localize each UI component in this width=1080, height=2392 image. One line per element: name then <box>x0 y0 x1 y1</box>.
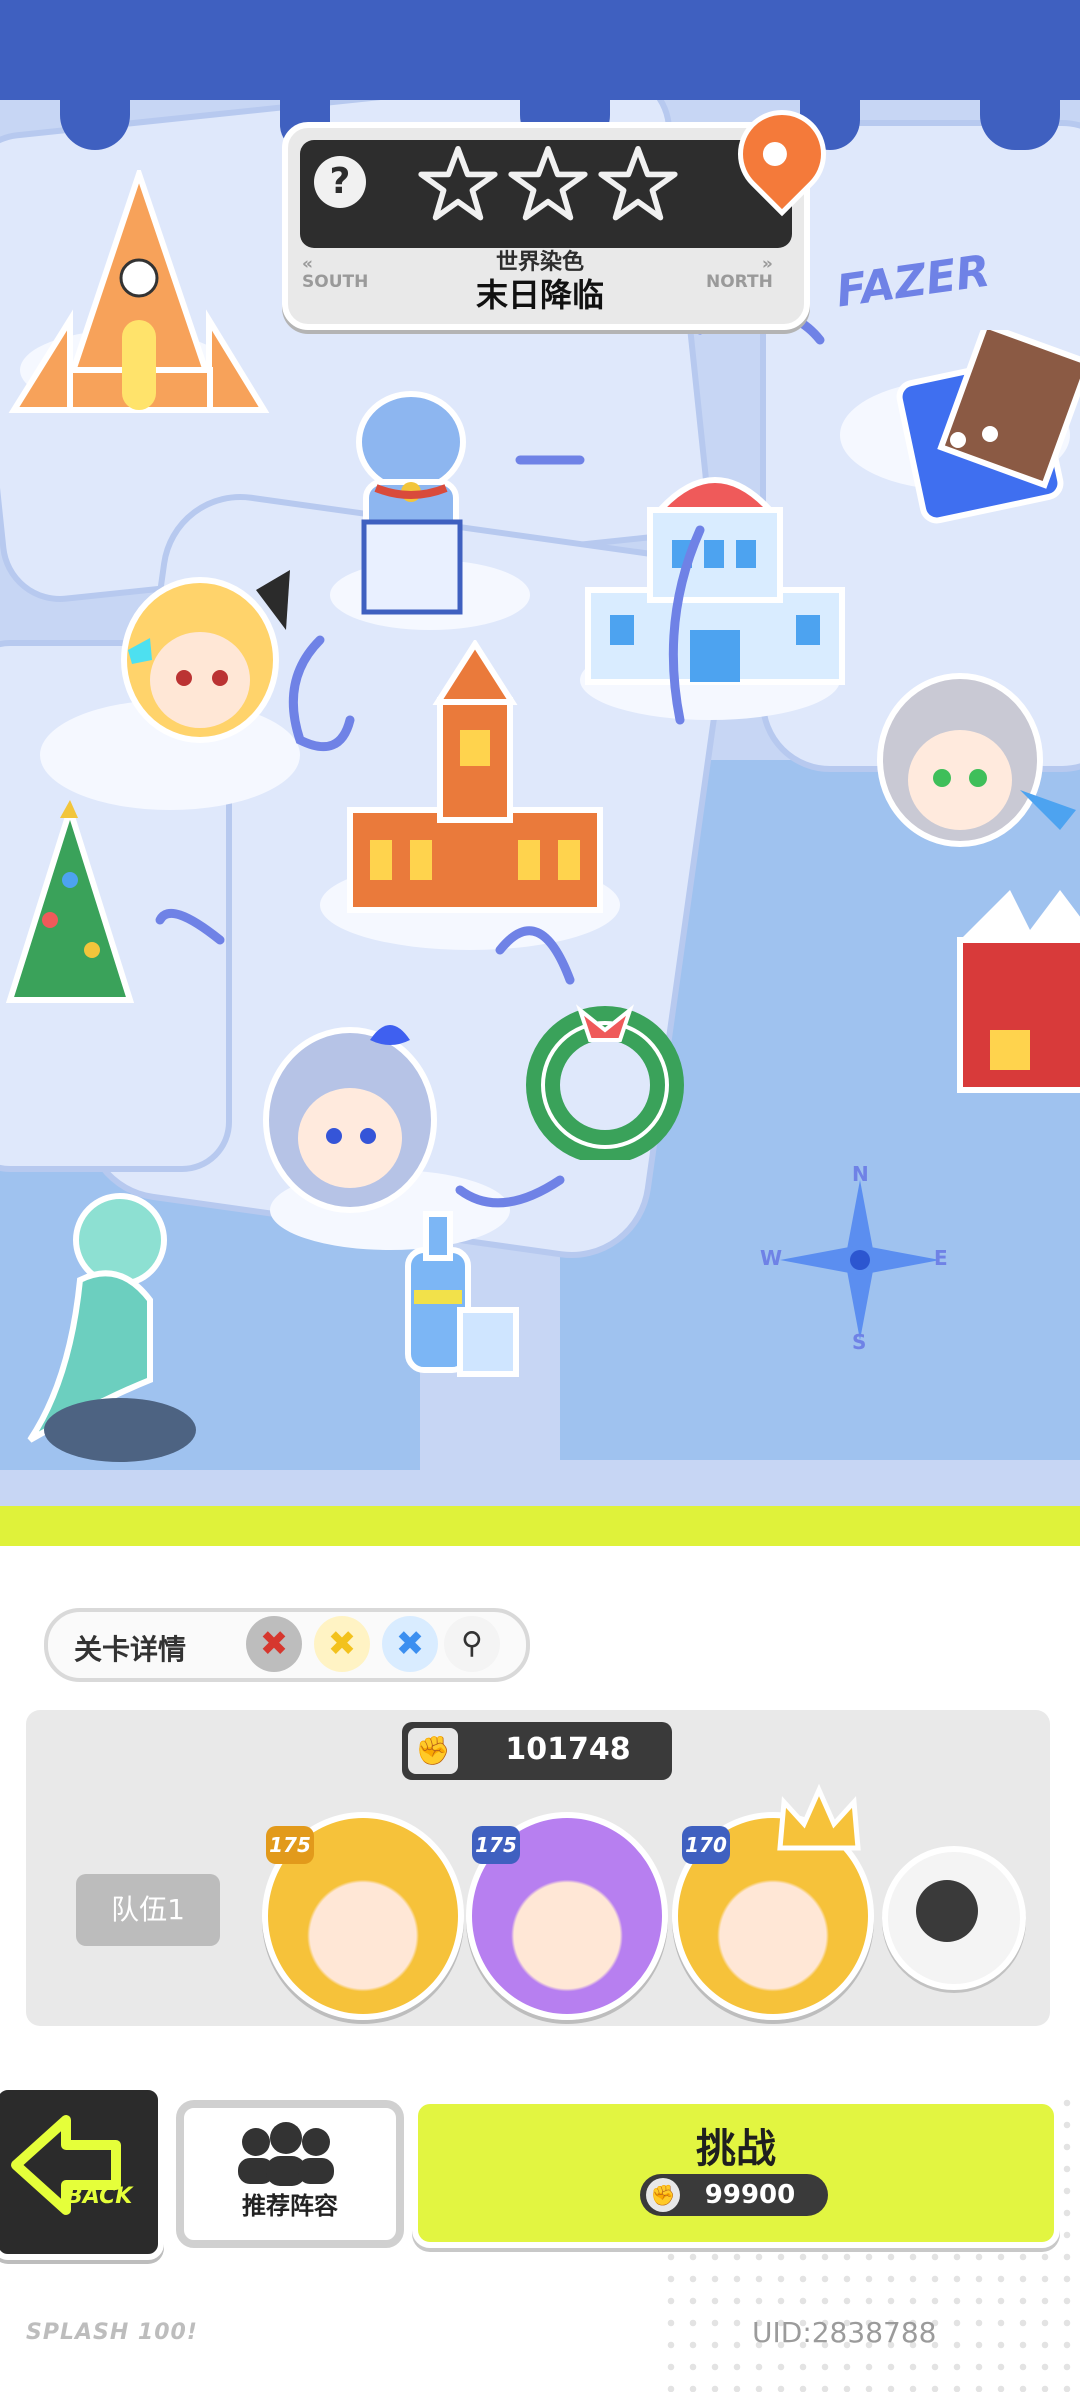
level-details-label: 关卡详情 <box>74 1633 187 1666</box>
nav-north[interactable]: » NORTH <box>706 255 773 291</box>
compass-n: N <box>852 1162 869 1186</box>
hero-2-level: 175 <box>472 1826 520 1864</box>
silver-hair-hero-map-character[interactable] <box>850 660 1080 880</box>
star-empty-icon <box>508 146 588 221</box>
star-empty-icon <box>418 146 498 221</box>
level-title: 末日降临 <box>475 276 604 314</box>
nav-south-label: SOUTH <box>302 272 369 292</box>
blue-x-chip-icon[interactable]: ✖ <box>382 1616 438 1672</box>
nav-north-label: NORTH <box>706 272 773 292</box>
hero-1-level: 175 <box>266 1826 314 1864</box>
red-x-chip-icon[interactable]: ✖ <box>246 1616 302 1672</box>
yellow-x-chip-icon[interactable]: ✖ <box>314 1616 370 1672</box>
red-house-landmark[interactable] <box>950 880 1080 1100</box>
compass-e: E <box>934 1246 948 1270</box>
group-icon <box>238 2122 334 2186</box>
fist-icon: ✊ <box>646 2178 680 2212</box>
challenge-power-value: 99900 <box>704 2180 796 2210</box>
route-path <box>155 307 825 1208</box>
world-map[interactable]: FAZER N S E W ? 世界染色 末日降临 «SOUTH » NORTH <box>0 0 1080 1520</box>
fist-icon: ✊ <box>408 1728 458 1774</box>
crown-icon <box>777 1784 861 1851</box>
nav-south[interactable]: «SOUTH <box>302 255 368 291</box>
challenge-label: 挑战 <box>696 2126 776 2172</box>
chocolate-landmark[interactable] <box>880 330 1080 530</box>
magnifier-icon[interactable]: ⚲ <box>444 1616 500 1672</box>
compass-s: S <box>852 1330 867 1354</box>
back-label: BACK <box>66 2184 133 2209</box>
lock-icon <box>916 1880 978 1942</box>
star-empty-icon <box>598 146 678 221</box>
team-power-value: 101748 <box>505 1732 631 1767</box>
user-id: UID:2838788 <box>752 2316 937 2349</box>
christmas-tree-landmark[interactable] <box>0 800 140 1030</box>
recommend-lineup-label: 推荐阵容 <box>242 2192 338 2220</box>
game-logo: SPLASH 100! <box>26 2320 198 2345</box>
team-tab[interactable]: 队伍1 <box>76 1874 220 1946</box>
hero-3-level: 170 <box>682 1826 730 1864</box>
help-button[interactable]: ? <box>314 156 366 208</box>
compass-w: W <box>760 1246 783 1270</box>
